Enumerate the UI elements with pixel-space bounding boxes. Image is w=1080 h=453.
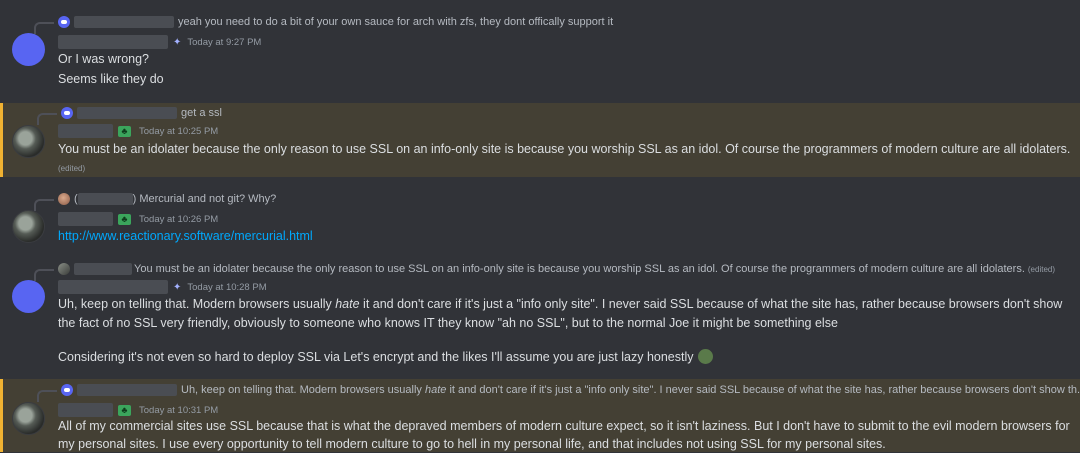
message-header: ♣ Today at 10:31 PM bbox=[58, 403, 218, 417]
text-segment: it and don't care if it's just a "info o… bbox=[359, 297, 1063, 311]
redacted-username bbox=[74, 16, 174, 28]
emphasis-text: hate bbox=[424, 384, 447, 396]
timestamp[interactable]: Today at 10:31 PM bbox=[139, 405, 218, 416]
timestamp[interactable]: Today at 9:27 PM bbox=[187, 37, 261, 48]
message-2-highlighted: get a ssl ♣ Today at 10:25 PM You must b… bbox=[0, 103, 1080, 177]
reply-text: yeah you need to do a bit of your own sa… bbox=[178, 16, 614, 28]
message-5-highlighted: Uh, keep on telling that. Modern browser… bbox=[0, 379, 1080, 452]
avatar[interactable] bbox=[12, 210, 45, 243]
reply-spine bbox=[34, 269, 54, 281]
timestamp[interactable]: Today at 10:25 PM bbox=[139, 126, 218, 137]
reply-preview[interactable]: Uh, keep on telling that. Modern browser… bbox=[37, 383, 1080, 402]
reply-spine bbox=[34, 199, 54, 211]
message-header: ✦ Today at 9:27 PM bbox=[58, 35, 261, 49]
avatar[interactable] bbox=[12, 33, 45, 66]
message-line: Or I was wrong? bbox=[58, 52, 150, 66]
reply-spine bbox=[37, 113, 57, 125]
redacted-username bbox=[77, 107, 177, 119]
text-segment: Considering it's not even so hard to dep… bbox=[58, 350, 694, 364]
sparkle-icon: ✦ bbox=[173, 36, 182, 48]
redacted-username[interactable] bbox=[58, 280, 168, 294]
role-badge-icon: ♣ bbox=[118, 125, 131, 137]
message-line: Considering it's not even so hard to dep… bbox=[58, 349, 713, 366]
role-badge-icon: ♣ bbox=[118, 404, 131, 416]
user-avatar-icon bbox=[58, 193, 70, 205]
reply-preview[interactable]: yeah you need to do a bit of your own sa… bbox=[34, 15, 614, 34]
reply-text: Mercurial and not git? Why? bbox=[139, 193, 277, 205]
reply-spine bbox=[37, 390, 57, 402]
reply-edited-label: (edited) bbox=[1027, 264, 1056, 274]
reply-preview[interactable]: You must be an idolater because the only… bbox=[34, 262, 1056, 281]
reply-text: Uh, keep on telling that. Modern browser… bbox=[181, 384, 1080, 396]
text-segment: Uh, keep on telling that. Modern browser… bbox=[58, 297, 336, 311]
redacted-username bbox=[74, 263, 132, 275]
message-4: You must be an idolater because the only… bbox=[0, 255, 1080, 379]
discord-icon bbox=[61, 107, 73, 119]
user-avatar-icon bbox=[58, 263, 70, 275]
message-line: Uh, keep on telling that. Modern browser… bbox=[58, 296, 1062, 313]
emphasis-text: hate bbox=[335, 297, 360, 311]
message-link[interactable]: http://www.reactionary.software/mercuria… bbox=[58, 228, 313, 245]
sparkle-icon: ✦ bbox=[173, 281, 182, 293]
avatar[interactable] bbox=[12, 280, 45, 313]
redacted-username[interactable] bbox=[58, 124, 113, 138]
discord-icon bbox=[61, 384, 73, 396]
redacted-username[interactable] bbox=[58, 403, 113, 417]
reply-preview[interactable]: ( ) Mercurial and not git? Why? bbox=[34, 192, 277, 211]
avatar[interactable] bbox=[12, 125, 45, 158]
frog-emoji-icon bbox=[697, 349, 713, 364]
message-header: ♣ Today at 10:26 PM bbox=[58, 212, 218, 226]
reply-text: You must be an idolater because the only… bbox=[134, 263, 1025, 275]
timestamp[interactable]: Today at 10:26 PM bbox=[139, 214, 218, 225]
edited-label: (edited) bbox=[58, 164, 86, 173]
reply-spine bbox=[34, 22, 54, 34]
redacted-username[interactable] bbox=[58, 35, 168, 49]
message-line: You must be an idolater because the only… bbox=[58, 142, 1071, 156]
message-1: yeah you need to do a bit of your own sa… bbox=[0, 0, 1080, 100]
reply-text: get a ssl bbox=[181, 107, 222, 119]
role-badge-icon: ♣ bbox=[118, 213, 131, 225]
reply-paren: ) bbox=[132, 193, 137, 205]
message-line: Seems like they do bbox=[58, 72, 164, 86]
message-line: my personal sites. I use every opportuni… bbox=[58, 437, 886, 451]
text-segment: Uh, keep on telling that. Modern browser… bbox=[181, 384, 425, 396]
redacted-username bbox=[77, 384, 177, 396]
reply-preview[interactable]: get a ssl bbox=[37, 106, 222, 125]
message-line: the fact of no SSL very friendly, obviou… bbox=[58, 316, 838, 330]
avatar[interactable] bbox=[12, 402, 45, 435]
redacted-username[interactable] bbox=[58, 212, 113, 226]
message-header: ♣ Today at 10:25 PM bbox=[58, 124, 218, 138]
text-segment: it and don't care if it's just a "info o… bbox=[446, 384, 1080, 396]
message-line: All of my commercial sites use SSL becau… bbox=[58, 419, 1070, 433]
message-3: ( ) Mercurial and not git? Why? ♣ Today … bbox=[0, 177, 1080, 255]
message-header: ✦ Today at 10:28 PM bbox=[58, 280, 267, 294]
discord-icon bbox=[58, 16, 70, 28]
redacted-username bbox=[77, 193, 133, 205]
timestamp[interactable]: Today at 10:28 PM bbox=[187, 282, 266, 293]
